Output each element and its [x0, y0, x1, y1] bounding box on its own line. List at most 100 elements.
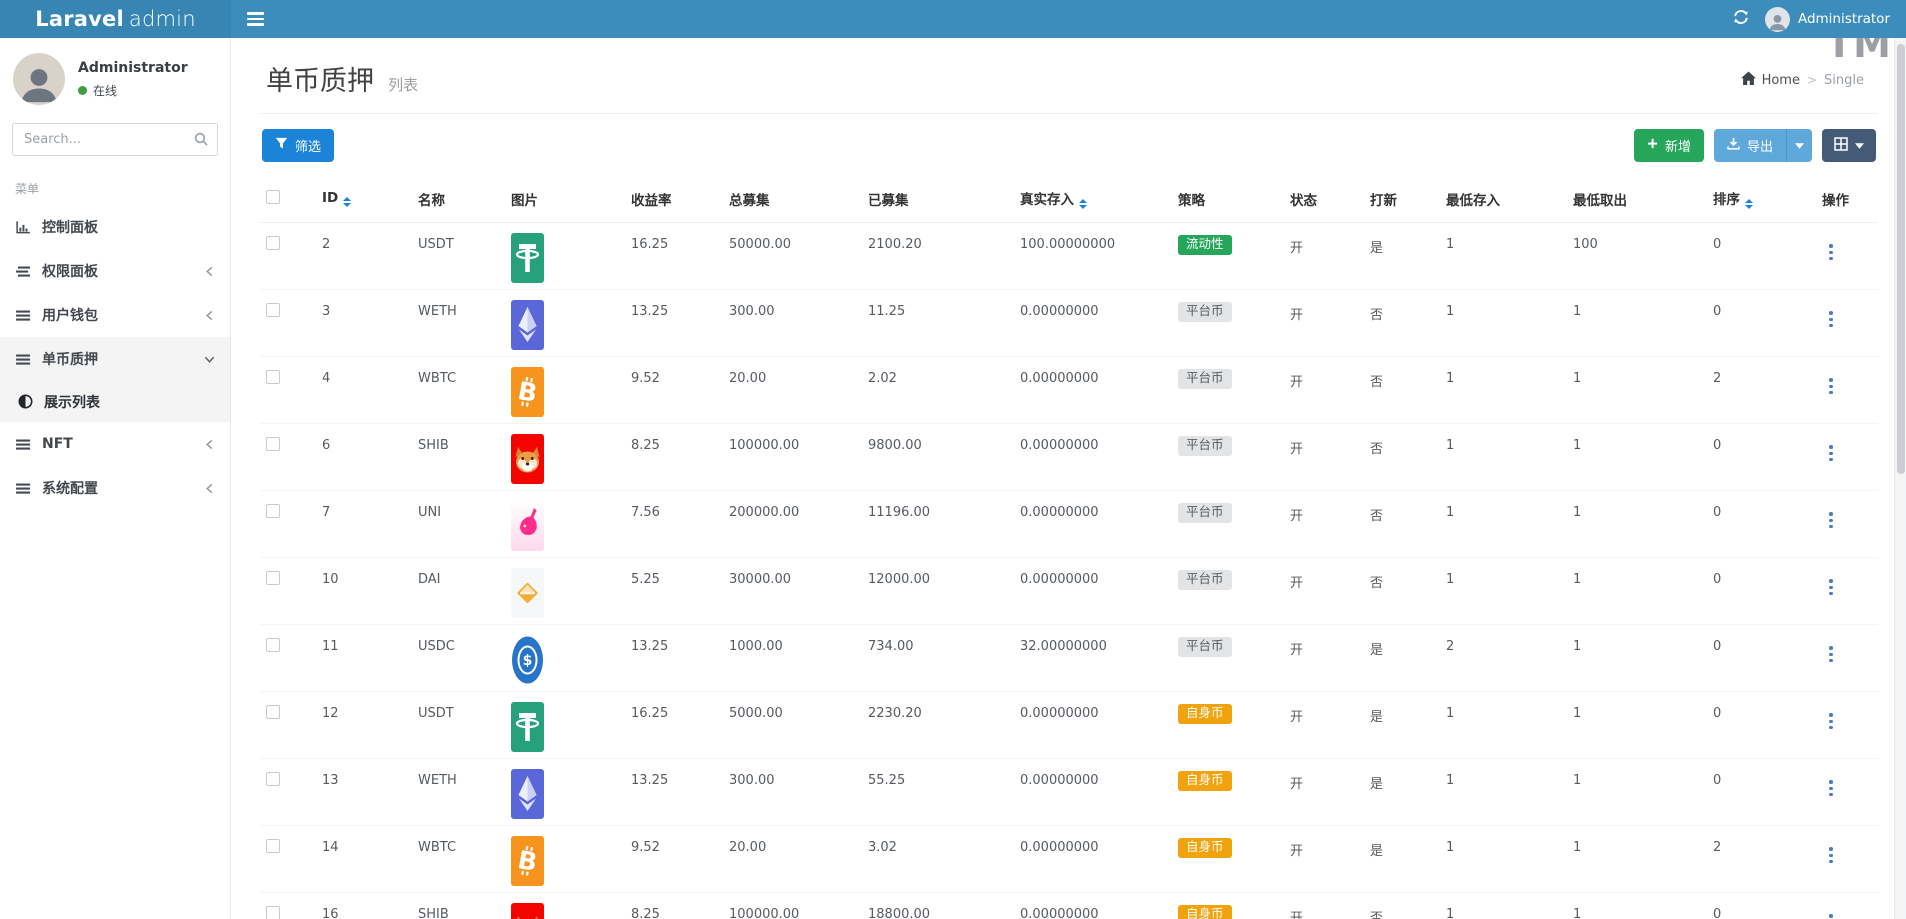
cell-real-deposit: 0.00000000	[1014, 759, 1172, 826]
cell-image: $	[505, 625, 625, 692]
breadcrumb-home-link[interactable]: Home	[1741, 71, 1800, 89]
cell-subscribe: 否	[1364, 893, 1440, 919]
cell-select	[260, 558, 316, 625]
avatar	[13, 53, 65, 105]
filter-button[interactable]: 筛选	[262, 129, 334, 162]
page-header: 单币质押 列表 Home > Single	[232, 38, 1906, 113]
cell-select	[260, 893, 316, 919]
cell-raised: 18800.00	[862, 893, 1014, 919]
chevron-down-icon	[204, 354, 215, 365]
cell-id: 7	[316, 491, 412, 558]
cell-image: B	[505, 357, 625, 424]
sort-icon[interactable]	[1079, 199, 1087, 209]
cell-status: 开	[1284, 558, 1364, 625]
strategy-badge: 平台币	[1178, 369, 1232, 389]
sidebar-item-auth[interactable]: 权限面板	[0, 249, 230, 293]
cell-id: 14	[316, 826, 412, 893]
column-label: 总募集	[729, 193, 770, 209]
row-checkbox[interactable]	[266, 571, 280, 585]
export-button[interactable]: 导出	[1714, 129, 1786, 162]
sort-icon[interactable]	[1745, 199, 1753, 209]
cell-image	[505, 759, 625, 826]
scrollbar-thumb[interactable]	[1897, 44, 1906, 474]
column-header-0[interactable]: ID	[316, 176, 412, 223]
cell-status: 开	[1284, 357, 1364, 424]
column-header-8: 状态	[1284, 176, 1364, 223]
row-actions-button[interactable]	[1822, 309, 1840, 329]
sidebar-item-dashboard[interactable]: 控制面板	[0, 205, 230, 249]
row-actions-button[interactable]	[1822, 443, 1840, 463]
add-button[interactable]: 新增	[1634, 129, 1704, 162]
cell-total: 100000.00	[723, 424, 862, 491]
table-row: 3WETH13.25300.0011.250.00000000平台币开否110	[260, 290, 1878, 357]
row-checkbox[interactable]	[266, 437, 280, 451]
cell-status: 开	[1284, 826, 1364, 893]
row-checkbox[interactable]	[266, 504, 280, 518]
column-header-6[interactable]: 真实存入	[1014, 176, 1172, 223]
cell-min-withdraw: 1	[1567, 893, 1707, 919]
cell-image: B	[505, 826, 625, 893]
row-checkbox[interactable]	[266, 303, 280, 317]
user-panel: Administrator 在线	[0, 38, 230, 115]
sidebar-toggle-button[interactable]	[231, 0, 279, 38]
cell-subscribe: 是	[1364, 759, 1440, 826]
cell-id: 4	[316, 357, 412, 424]
cell-select	[260, 759, 316, 826]
search-icon[interactable]	[194, 132, 208, 150]
column-header-3: 收益率	[625, 176, 723, 223]
home-icon	[1741, 71, 1756, 89]
row-actions-button[interactable]	[1822, 577, 1840, 597]
cell-image	[505, 692, 625, 759]
export-dropdown-button[interactable]	[1786, 129, 1812, 162]
row-actions-button[interactable]	[1822, 845, 1840, 865]
row-actions-button[interactable]	[1822, 912, 1840, 919]
table-row: 7UNI7.56200000.0011196.000.00000000平台币开否…	[260, 491, 1878, 558]
cell-sort: 0	[1707, 290, 1816, 357]
cell-sort: 0	[1707, 558, 1816, 625]
navbar-user-menu[interactable]: Administrator	[1765, 7, 1890, 32]
sidebar-item-config[interactable]: 系统配置	[0, 466, 230, 510]
row-checkbox[interactable]	[266, 772, 280, 786]
cell-rate: 16.25	[625, 223, 723, 290]
cell-name: WBTC	[412, 357, 505, 424]
cell-raised: 11196.00	[862, 491, 1014, 558]
sidebar-item-wallet[interactable]: 用户钱包	[0, 293, 230, 337]
row-checkbox[interactable]	[266, 906, 280, 919]
cell-strategy: 自身币	[1172, 826, 1284, 893]
cell-real-deposit: 0.00000000	[1014, 893, 1172, 919]
row-checkbox[interactable]	[266, 370, 280, 384]
sidebar-item-single[interactable]: 单币质押	[0, 337, 230, 381]
row-actions-button[interactable]	[1822, 510, 1840, 530]
row-actions-button[interactable]	[1822, 242, 1840, 262]
table-row: 4WBTCB9.5220.002.020.00000000平台币开否112	[260, 357, 1878, 424]
column-header-5: 已募集	[862, 176, 1014, 223]
column-selector-button[interactable]	[1822, 129, 1876, 162]
row-checkbox[interactable]	[266, 638, 280, 652]
row-checkbox[interactable]	[266, 839, 280, 853]
logo[interactable]: Laravel admin	[0, 0, 231, 38]
select-all-checkbox[interactable]	[266, 190, 280, 204]
table-row: 10DAI5.2530000.0012000.000.00000000平台币开否…	[260, 558, 1878, 625]
page-scrollbar[interactable]	[1894, 38, 1906, 919]
row-checkbox[interactable]	[266, 705, 280, 719]
cell-subscribe: 否	[1364, 290, 1440, 357]
sidebar: Administrator 在线 菜单 控制面板权限面板用户钱包单币质押展示列表…	[0, 38, 231, 919]
sort-icon[interactable]	[343, 197, 351, 207]
row-actions-button[interactable]	[1822, 778, 1840, 798]
row-checkbox[interactable]	[266, 236, 280, 250]
cell-strategy: 自身币	[1172, 893, 1284, 919]
cell-strategy: 平台币	[1172, 424, 1284, 491]
row-actions-button[interactable]	[1822, 711, 1840, 731]
search-input[interactable]	[12, 123, 218, 156]
breadcrumb-current: Single	[1824, 73, 1864, 88]
table-row: 16SHIB8.25100000.0018800.000.00000000自身币…	[260, 893, 1878, 919]
sidebar-item-nft[interactable]: NFT	[0, 422, 230, 466]
row-actions-button[interactable]	[1822, 376, 1840, 396]
row-actions-button[interactable]	[1822, 644, 1840, 664]
refresh-button[interactable]	[1733, 9, 1749, 29]
sidebar-item-single-list[interactable]: 展示列表	[0, 381, 230, 422]
wbtc-coin-icon: B	[511, 367, 544, 417]
table-row: 12USDT16.255000.002230.200.00000000自身币开是…	[260, 692, 1878, 759]
column-header-12[interactable]: 排序	[1707, 176, 1816, 223]
cell-min-deposit: 1	[1440, 491, 1567, 558]
